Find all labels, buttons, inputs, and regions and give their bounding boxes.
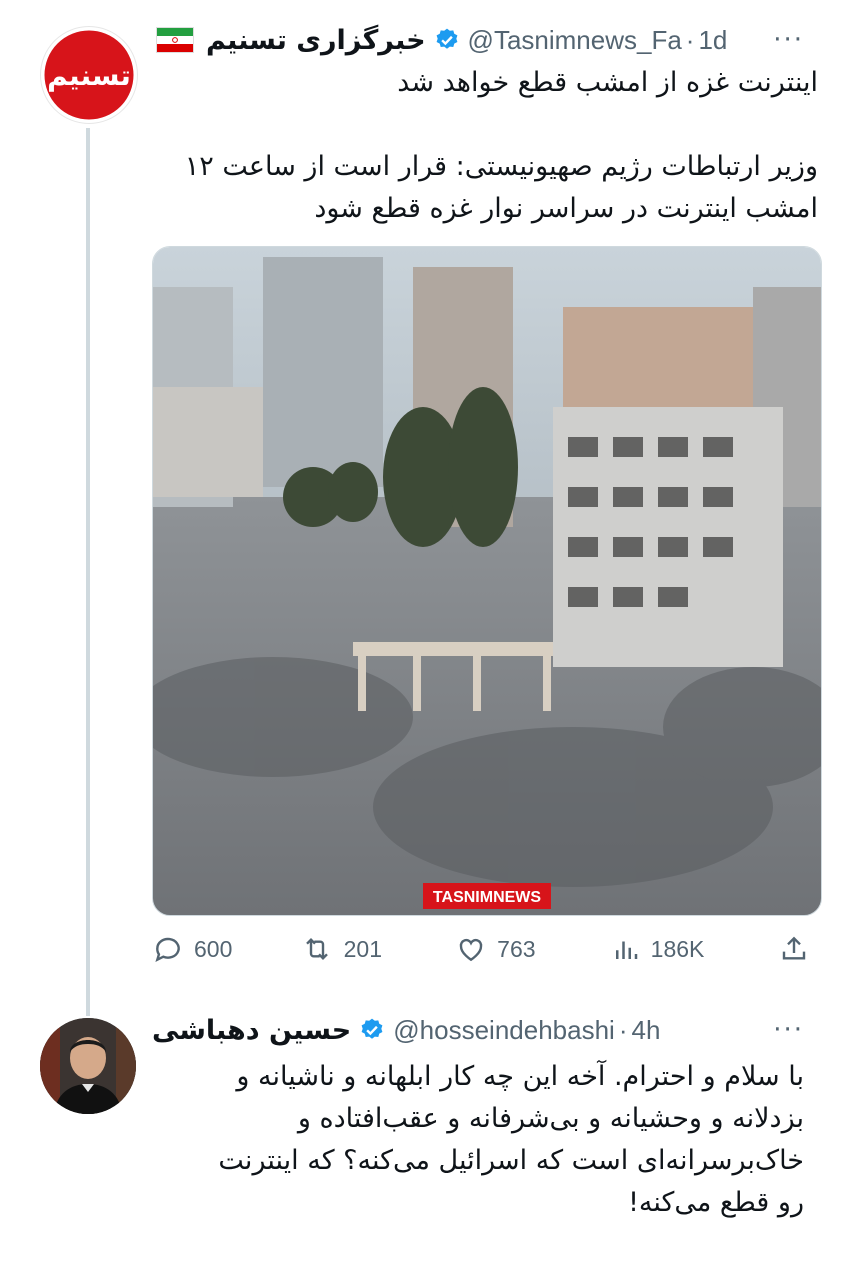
view-count: 186K xyxy=(650,935,705,962)
media-watermark: TASNIMNEWS xyxy=(433,889,541,906)
verified-icon xyxy=(436,28,457,49)
destroyed-city-photo: TASNIMNEWS xyxy=(153,247,821,915)
reply-icon xyxy=(155,937,180,962)
like-count: 763 xyxy=(497,935,536,962)
like-icon xyxy=(459,938,483,962)
retweet-icon xyxy=(305,937,328,961)
handle[interactable]: @hosseindehbashi xyxy=(393,1015,615,1046)
separator-dot: · xyxy=(685,24,695,55)
reply-button[interactable]: 600 xyxy=(152,933,300,965)
display-name[interactable]: خبرگزاری تسنیم xyxy=(206,25,426,56)
share-icon xyxy=(782,936,806,960)
tweet2-body: با سلام و احترام. آخه این چه کار ابلهانه… xyxy=(218,1061,804,1218)
tweet1-header: خبرگزاری تسنیم @Tasnimnews_Fa · 1d ··· xyxy=(156,22,836,58)
avatar-tasnim[interactable]: تسنیم xyxy=(40,26,138,124)
more-icon[interactable]: ··· xyxy=(773,1015,804,1045)
tasnim-logo-text: تسنیم xyxy=(47,59,131,92)
handle[interactable]: @Tasnimnews_Fa xyxy=(468,25,682,56)
views-icon xyxy=(615,941,637,959)
share-button[interactable] xyxy=(778,933,820,965)
tweet1-media-image[interactable]: TASNIMNEWS xyxy=(152,246,822,916)
avatar-hosseindehbashi[interactable] xyxy=(40,1018,136,1114)
retweet-button[interactable]: 201 xyxy=(300,933,456,965)
display-name[interactable]: حسین دهباشی xyxy=(152,1015,351,1046)
reply-count: 600 xyxy=(194,935,233,962)
views-button[interactable]: 186K xyxy=(611,934,778,964)
verified-icon xyxy=(361,1018,383,1039)
timestamp[interactable]: 4h xyxy=(631,1015,660,1046)
tweet1-action-bar: 600 201 763 186K xyxy=(152,926,820,972)
timestamp[interactable]: 1d xyxy=(698,25,727,56)
tweet1-body: وزیر ارتباطات رژیم صهیونیستی: قرار است ا… xyxy=(184,151,818,224)
separator-dot: · xyxy=(618,1014,628,1045)
retweet-count: 201 xyxy=(343,935,383,962)
tweet2-header: حسین دهباشی @hosseindehbashi · 4h ··· xyxy=(152,1012,836,1048)
thread-line xyxy=(86,128,90,1016)
like-button[interactable]: 763 xyxy=(455,933,611,965)
tweet1-headline: اینترنت غزه از امشب قطع خواهد شد xyxy=(397,67,818,98)
iran-flag-icon xyxy=(156,27,194,53)
more-icon[interactable]: ··· xyxy=(773,25,804,55)
